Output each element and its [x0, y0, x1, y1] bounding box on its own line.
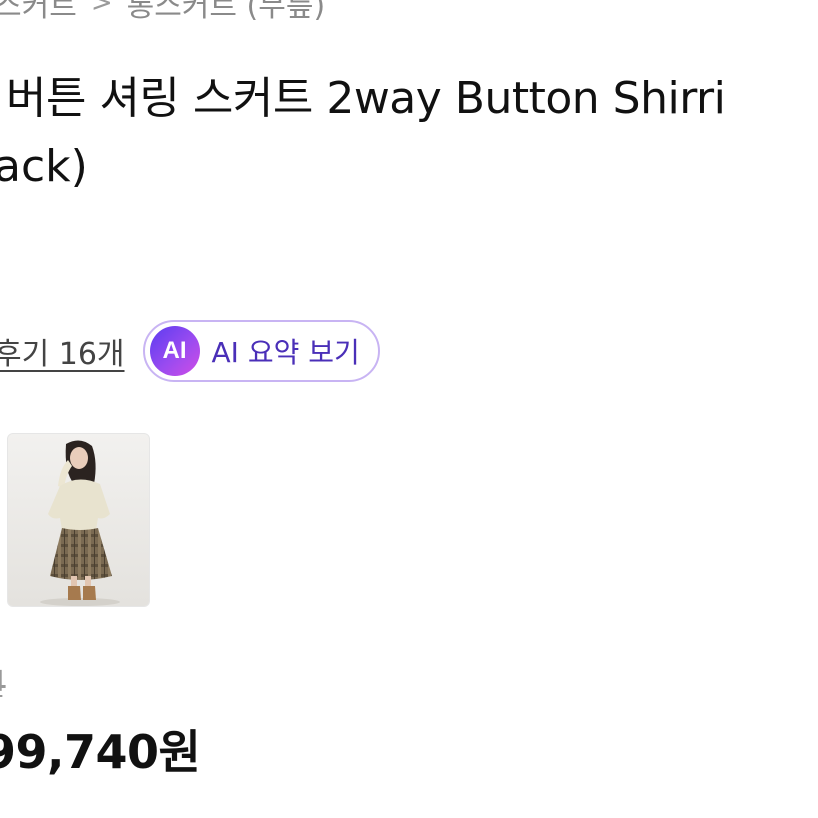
sale-price: 99,740원 — [0, 725, 201, 779]
product-page: 스커트 > 롱스커트 (무릎) 버튼 셔링 스커트 2way Button Sh… — [0, 0, 818, 818]
breadcrumb: 스커트 > 롱스커트 (무릎) — [0, 0, 325, 26]
ai-summary-label: AI 요약 보기 — [211, 336, 360, 369]
review-row: 후기 16개 AI AI 요약 보기 — [0, 318, 380, 384]
breadcrumb-chevron-icon: > — [90, 0, 113, 18]
product-title-line2: ack) — [0, 141, 88, 192]
ai-summary-button[interactable]: AI AI 요약 보기 — [142, 320, 380, 382]
review-count-link[interactable]: 후기 16개 — [0, 329, 125, 373]
product-title: 버튼 셔링 스커트 2way Button Shirri — [6, 73, 726, 124]
original-price: 원 — [0, 660, 6, 704]
ai-icon: AI — [149, 326, 200, 376]
product-photo-icon — [8, 434, 149, 606]
breadcrumb-item-current[interactable]: 롱스커트 (무릎) — [127, 0, 326, 25]
breadcrumb-item-parent[interactable]: 스커트 — [0, 0, 77, 25]
product-thumbnail[interactable] — [7, 433, 150, 607]
